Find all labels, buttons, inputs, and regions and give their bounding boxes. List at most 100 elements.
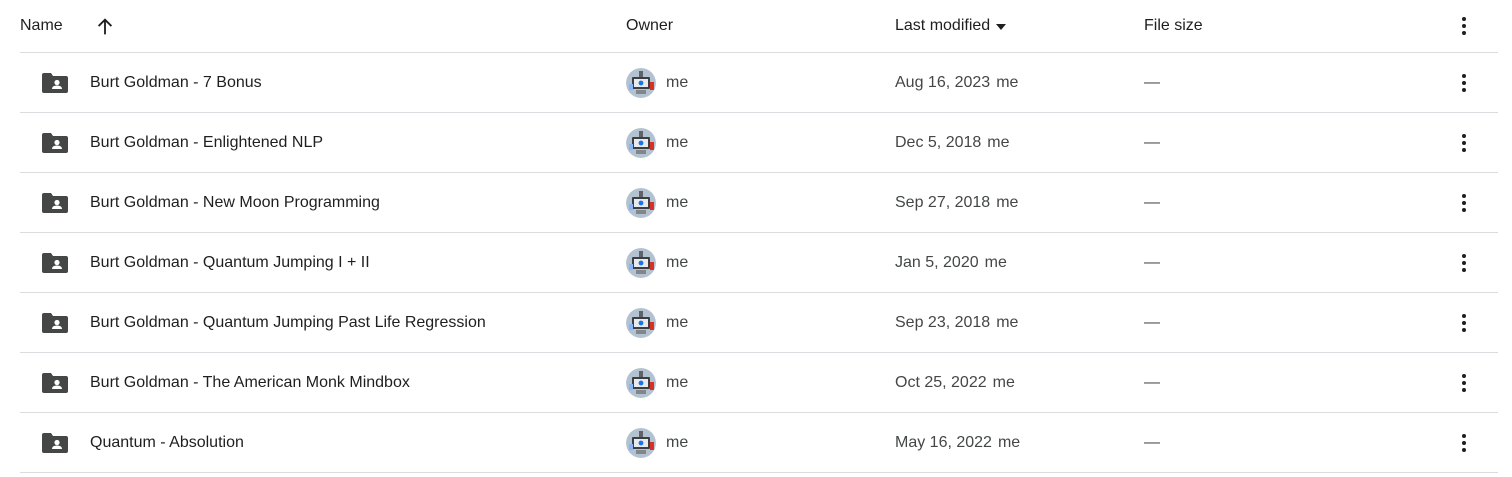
file-name[interactable]: Burt Goldman - New Moon Programming [90, 173, 380, 232]
shared-folder-icon [42, 373, 68, 393]
column-header-file-size[interactable]: File size [1144, 0, 1203, 52]
file-list-body: Burt Goldman - 7 Bonus me Aug 16, 2023 m… [20, 53, 1498, 473]
owner-text: me [666, 313, 689, 331]
column-header-file-size-label: File size [1144, 17, 1203, 34]
owner-text: me [666, 73, 689, 91]
modified-by: me [997, 433, 1021, 451]
user-avatar [626, 188, 656, 218]
file-size-text: — [1144, 73, 1160, 91]
owner-text: me [666, 193, 689, 211]
modified-by: me [992, 373, 1015, 391]
shared-folder-icon [42, 253, 68, 273]
table-row[interactable]: Burt Goldman - Enlightened NLP me Dec 5,… [20, 113, 1498, 173]
more-vert-icon[interactable] [1452, 191, 1476, 215]
file-size: — [1144, 113, 1160, 172]
modified-date: Oct 25, 2022 [895, 373, 987, 391]
shared-folder-icon [42, 313, 68, 333]
file-size: — [1144, 53, 1160, 112]
owner-text: me [666, 433, 689, 451]
file-name-text: Burt Goldman - New Moon Programming [90, 193, 380, 211]
file-name[interactable]: Burt Goldman - The American Monk Mindbox [90, 353, 410, 412]
owner-text: me [666, 373, 689, 391]
more-vert-icon[interactable] [1452, 371, 1476, 395]
file-list-header: Name Owner Last modified File size [20, 0, 1498, 53]
file-list-table: Name Owner Last modified File size Burt … [20, 0, 1498, 473]
owner-name: me [666, 293, 688, 352]
column-header-last-modified[interactable]: Last modified [895, 0, 1007, 52]
more-vert-icon[interactable] [1452, 131, 1476, 155]
file-name[interactable]: Quantum - Absolution [90, 413, 244, 472]
user-avatar [626, 128, 656, 158]
last-modified: Sep 23, 2018 me [895, 293, 1018, 352]
table-row[interactable]: Burt Goldman - Quantum Jumping Past Life… [20, 293, 1498, 353]
modified-by: me [996, 313, 1019, 331]
column-header-name-label: Name [20, 17, 63, 34]
file-size-text: — [1144, 313, 1160, 331]
file-size-text: — [1144, 433, 1160, 451]
owner-name: me [666, 413, 688, 472]
modified-date: May 16, 2022 [895, 433, 992, 451]
shared-folder-icon [42, 133, 68, 153]
owner-name: me [666, 53, 688, 112]
more-vert-icon[interactable] [1452, 14, 1476, 38]
last-modified: Dec 5, 2018 me [895, 113, 1010, 172]
owner-name: me [666, 113, 688, 172]
last-modified: Sep 27, 2018 me [895, 173, 1018, 232]
column-header-last-modified-label: Last modified [895, 17, 991, 34]
file-size: — [1144, 293, 1160, 352]
more-vert-icon[interactable] [1452, 71, 1476, 95]
modified-date: Jan 5, 2020 [895, 253, 979, 271]
more-vert-icon[interactable] [1452, 251, 1476, 275]
file-name[interactable]: Burt Goldman - Enlightened NLP [90, 113, 323, 172]
last-modified: Aug 16, 2023 me [895, 53, 1018, 112]
file-name-text: Quantum - Absolution [90, 433, 244, 451]
column-header-owner[interactable]: Owner [626, 0, 673, 52]
file-size-text: — [1144, 133, 1160, 151]
file-name[interactable]: Burt Goldman - Quantum Jumping I + II [90, 233, 370, 292]
last-modified: Jan 5, 2020 me [895, 233, 1007, 292]
more-vert-icon[interactable] [1452, 311, 1476, 335]
arrow-up-icon[interactable] [94, 16, 116, 38]
modified-date: Sep 23, 2018 [895, 313, 991, 331]
file-size-text: — [1144, 373, 1160, 391]
column-header-owner-label: Owner [626, 17, 674, 34]
modified-by: me [987, 133, 1010, 151]
file-size: — [1144, 233, 1160, 292]
file-size: — [1144, 353, 1160, 412]
file-name-text: Burt Goldman - 7 Bonus [90, 73, 262, 91]
more-vert-icon[interactable] [1452, 431, 1476, 455]
table-row[interactable]: Quantum - Absolution me May 16, 2022 me … [20, 413, 1498, 473]
file-name[interactable]: Burt Goldman - Quantum Jumping Past Life… [90, 293, 486, 352]
modified-date: Dec 5, 2018 [895, 133, 982, 151]
table-row[interactable]: Burt Goldman - New Moon Programming me S… [20, 173, 1498, 233]
file-name-text: Burt Goldman - Enlightened NLP [90, 133, 324, 151]
file-name[interactable]: Burt Goldman - 7 Bonus [90, 53, 262, 112]
shared-folder-icon [42, 73, 68, 93]
table-row[interactable]: Burt Goldman - 7 Bonus me Aug 16, 2023 m… [20, 53, 1498, 113]
user-avatar [626, 248, 656, 278]
file-name-text: Burt Goldman - The American Monk Mindbox [90, 373, 410, 391]
owner-name: me [666, 233, 688, 292]
owner-name: me [666, 353, 688, 412]
owner-text: me [666, 253, 689, 271]
column-header-name[interactable]: Name [20, 0, 63, 52]
table-row[interactable]: Burt Goldman - Quantum Jumping I + II me… [20, 233, 1498, 293]
modified-date: Sep 27, 2018 [895, 193, 991, 211]
user-avatar [626, 308, 656, 338]
shared-folder-icon [42, 193, 68, 213]
modified-date: Aug 16, 2023 [895, 73, 991, 91]
user-avatar [626, 428, 656, 458]
table-row[interactable]: Burt Goldman - The American Monk Mindbox… [20, 353, 1498, 413]
caret-down-icon[interactable] [996, 24, 1007, 30]
file-size: — [1144, 413, 1160, 472]
user-avatar [626, 68, 656, 98]
shared-folder-icon [42, 433, 68, 453]
file-size: — [1144, 173, 1160, 232]
file-name-text: Burt Goldman - Quantum Jumping Past Life… [90, 313, 486, 331]
user-avatar [626, 368, 656, 398]
file-size-text: — [1144, 253, 1160, 271]
last-modified: May 16, 2022 me [895, 413, 1020, 472]
last-modified: Oct 25, 2022 me [895, 353, 1015, 412]
file-name-text: Burt Goldman - Quantum Jumping I + II [90, 253, 370, 271]
file-size-text: — [1144, 193, 1160, 211]
